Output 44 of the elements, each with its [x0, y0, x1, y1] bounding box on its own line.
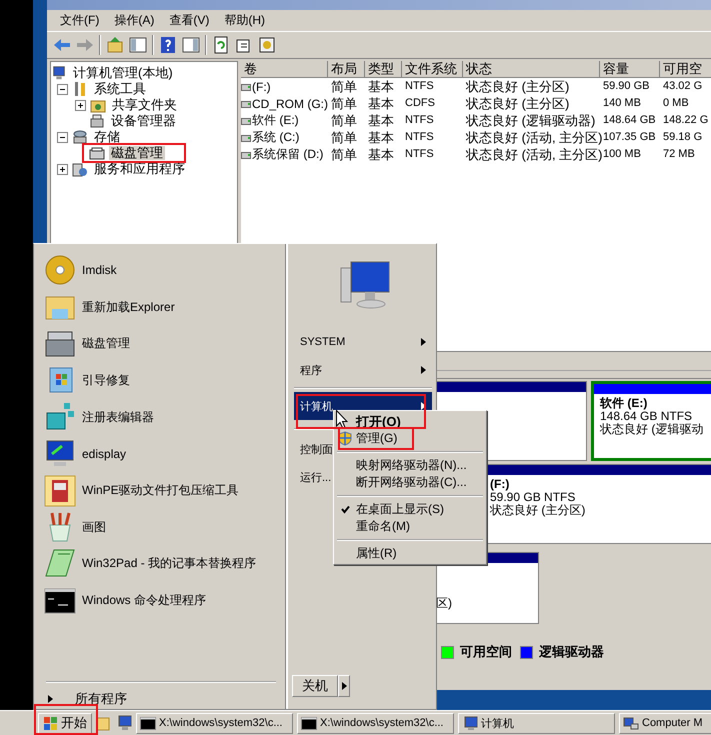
table-cell-text: 状态良好 (逻辑驱动器)	[464, 112, 596, 129]
legend-label: 可用空间	[460, 643, 512, 661]
partition-status: 区)	[436, 597, 453, 610]
table-cell-text: 基本	[367, 112, 395, 129]
table-cell-text: 简单	[330, 78, 358, 95]
table-cell-text: 基本	[367, 146, 395, 163]
table-cell-text: 状态良好 (活动, 主分区)	[464, 146, 600, 163]
table-cell-text: NTFS	[404, 79, 435, 94]
table-cell: 系统保留 (D:)	[252, 146, 324, 163]
table-cell-text: CDFS	[404, 96, 436, 111]
partition-status: 状态良好 (主分区)	[490, 504, 586, 517]
table-cell-text: 0 MB	[662, 96, 690, 111]
table-cell: CD_ROM (G:)	[252, 96, 328, 110]
table-cell-text: 状态良好 (主分区)	[464, 78, 570, 95]
partition-size: 59.90 GB NTFS	[490, 491, 576, 504]
table-cell-text: 140 MB	[602, 96, 642, 111]
table-cell-text: 基本	[367, 78, 395, 95]
legend-label: 逻辑驱动器	[539, 643, 604, 661]
table-cell: (F:)	[252, 80, 271, 94]
table-cell-text: 100 MB	[602, 147, 642, 162]
table-cell-text: 107.35 GB	[602, 130, 657, 145]
partition-name: 软件 (E:)	[600, 397, 648, 410]
table-cell-text: 基本	[367, 129, 395, 146]
table-cell-text: 59.90 GB	[602, 79, 650, 94]
table-cell-text: 72 MB	[662, 147, 696, 162]
table-cell-text: 简单	[330, 129, 358, 146]
table-cell-text: NTFS	[404, 130, 435, 145]
table-cell-text: 简单	[330, 112, 358, 129]
table-cell: 系统 (C:)	[252, 129, 300, 146]
table-cell-text: 简单	[330, 95, 358, 112]
partition-status: 状态良好 (逻辑驱动	[600, 423, 704, 436]
table-cell-text: 148.64 GB	[602, 113, 657, 128]
table-cell-text: 状态良好 (活动, 主分区)	[464, 129, 600, 146]
table-cell-text: 简单	[330, 146, 358, 163]
partition-name: (F:)	[490, 478, 510, 491]
table-cell-text: 59.18 G	[662, 130, 704, 145]
table-cell-text: NTFS	[404, 113, 435, 128]
table-cell-text: 148.22 G	[662, 113, 710, 128]
table-cell-text: NTFS	[404, 147, 435, 162]
table-cell-text: 基本	[367, 95, 395, 112]
table-cell: 软件 (E:)	[252, 112, 299, 129]
table-cell-text: 43.02 G	[662, 79, 704, 94]
partition-size: 148.64 GB NTFS	[600, 410, 694, 423]
table-cell-text: 状态良好 (主分区)	[464, 95, 570, 112]
